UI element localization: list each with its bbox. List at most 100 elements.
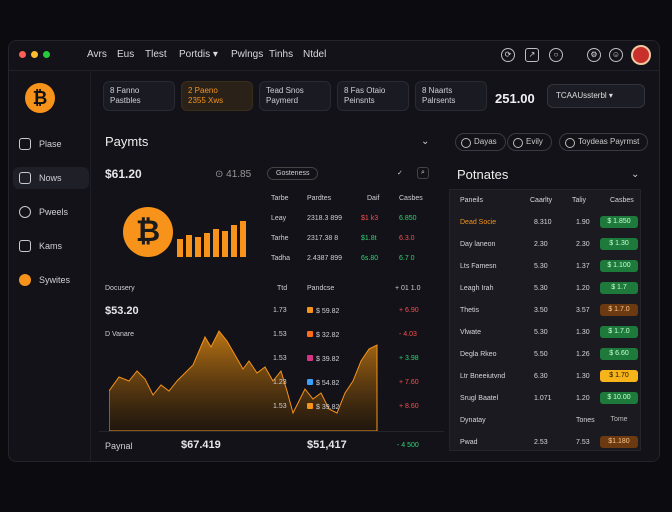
filter-pill[interactable]: Dayas xyxy=(455,133,506,151)
settings-icon[interactable]: ⚙ xyxy=(587,48,601,62)
refresh-icon[interactable]: ⟳ xyxy=(501,48,515,62)
filter-pill[interactable]: Evily xyxy=(507,133,552,151)
menu-item[interactable]: Tinhs xyxy=(269,49,293,60)
table-row[interactable]: Dead Socie 8.310 1.90 $ 1.850 xyxy=(450,212,640,234)
sidebar-item-sywites[interactable]: Sywites xyxy=(13,269,89,291)
sidebar-item-pweels[interactable]: Pweels xyxy=(13,201,89,223)
chart-label: Docusery xyxy=(105,285,135,292)
filter-pill[interactable]: Toydeas Payrmst xyxy=(559,133,649,151)
table-cell: Tadha xyxy=(271,255,291,262)
table-cell: 2.53 xyxy=(534,439,548,446)
chevron-down-icon[interactable]: ⌄ xyxy=(631,169,639,180)
sidebar-item-kams[interactable]: Kams xyxy=(13,235,89,257)
menu-item[interactable]: Eus xyxy=(117,49,134,60)
menu-item[interactable]: Portdis ▾ xyxy=(179,49,218,60)
potnates-table: Paneils Caarlty Taliy Casbes Dead Socie 8… xyxy=(449,189,641,451)
chart-label: + 01 1.0 xyxy=(395,285,421,292)
card-top: 8 Fas Otaio xyxy=(344,86,386,95)
legend-label: $ 54.82 xyxy=(316,380,340,387)
table-row[interactable]: Ltr Bneeiutvnd 6.30 1.30 $ 1.70 xyxy=(450,366,640,388)
footer-value: $67.419 xyxy=(181,439,221,451)
table-cell: 3.50 xyxy=(534,307,548,314)
table-row[interactable]: Leagh Irah 5.30 1.20 $ 1.7 xyxy=(450,278,640,300)
chart-label: Pandcse xyxy=(307,285,335,292)
card-top: 8 Naarts xyxy=(422,86,453,95)
footer-label: Paynal xyxy=(105,441,133,451)
divider xyxy=(99,431,444,432)
sidebar-item-label: Pweels xyxy=(39,207,69,217)
table-cell: $1.8t xyxy=(361,235,377,242)
table-cell: Degla Rkeo xyxy=(460,351,497,358)
chevron-down-icon[interactable]: ⌄ xyxy=(421,136,429,147)
table-cell: Dead Socie xyxy=(460,219,497,226)
maximize-dot[interactable] xyxy=(43,51,50,58)
menu-item[interactable]: Avrs xyxy=(87,49,107,60)
table-cell: Srugl Baatel xyxy=(460,395,499,402)
sidebar-item-label: Nows xyxy=(39,173,62,183)
menu-item[interactable]: Pwlngs xyxy=(231,49,263,60)
legend-label: $ 39.82 xyxy=(316,404,340,411)
account-dropdown[interactable]: TCAAUssterbl ▾ xyxy=(547,84,645,108)
summary-card[interactable]: 8 Fas Otaio Peinsnts xyxy=(337,81,409,111)
table-cell: Leagh Irah xyxy=(460,285,494,292)
avatar[interactable] xyxy=(631,45,651,65)
table-row[interactable]: Pwad 2.53 7.53 $1.180 xyxy=(450,432,640,454)
menu-item[interactable]: Tlest xyxy=(145,49,167,60)
summary-card[interactable]: 8 Naarts Palrsents xyxy=(415,81,487,111)
table-cell: Dynatay xyxy=(460,417,486,424)
secondary-amount: ⊙ 41.85 xyxy=(215,169,252,180)
sidebar-item-nows[interactable]: Nows xyxy=(13,167,89,189)
table-cell: Leay xyxy=(271,215,287,222)
table-cell: 7.53 xyxy=(576,439,590,446)
legend-value: 1.53 xyxy=(273,403,287,410)
table-row[interactable]: Thetis 3.50 3.57 $ 1.7.0 xyxy=(450,300,640,322)
card-bottom: 2355 Xws xyxy=(188,96,224,105)
home-icon xyxy=(19,138,31,150)
col-header: Caarlty xyxy=(530,197,553,204)
table-row[interactable]: Dynatay Tones Tome xyxy=(450,410,640,432)
minimize-dot[interactable] xyxy=(31,51,38,58)
table-cell: Thetis xyxy=(460,307,480,314)
panel-title: Paymts xyxy=(105,134,149,149)
table-cell: 5.30 xyxy=(534,263,548,270)
table-cell: 1.26 xyxy=(576,351,590,358)
legend-item: $ 32.82 xyxy=(307,331,339,339)
legend-value: 1.73 xyxy=(273,307,287,314)
table-cell: 6.7 0 xyxy=(399,255,415,262)
sidebar: ₿ Plase Nows Pweels Kams Sywites xyxy=(9,71,91,461)
share-icon[interactable]: ↗ xyxy=(525,48,539,62)
summary-card[interactable]: 8 Fanno Pastbles xyxy=(103,81,175,111)
table-cell: 6.30 xyxy=(534,373,548,380)
close-dot[interactable] xyxy=(19,51,26,58)
table-row[interactable]: Degla Rkeo 5.50 1.26 $ 6.60 xyxy=(450,344,640,366)
table-cell: 6.850 xyxy=(399,215,417,222)
search-icon[interactable]: ⌕ xyxy=(417,167,429,179)
change-value: + 3.98 xyxy=(399,355,419,362)
status-badge: $ 10.00 xyxy=(600,392,638,404)
summary-card[interactable]: 2 Paeno 2355 Xws xyxy=(181,81,253,111)
col-header: Pardtes xyxy=(307,195,332,202)
table-cell: 1.30 xyxy=(576,329,590,336)
wallet-icon xyxy=(19,172,31,184)
table-row[interactable]: Lts Famesn 5.30 1.37 $ 1.100 xyxy=(450,256,640,278)
status-badge: $ 1.100 xyxy=(600,260,638,272)
card-bottom: Peinsnts xyxy=(344,96,375,105)
user-icon[interactable]: ☺ xyxy=(609,48,623,62)
clock-icon[interactable]: ○ xyxy=(549,48,563,62)
table-cell: 5.50 xyxy=(534,351,548,358)
table-cell: $1 k3 xyxy=(361,215,379,222)
table-row[interactable]: Vlwate 5.30 1.30 $ 1.7.0 xyxy=(450,322,640,344)
summary-card[interactable]: Tead Snos Paymerd xyxy=(259,81,331,111)
tag[interactable]: Gosteness xyxy=(267,167,319,180)
legend-value: 1.53 xyxy=(273,355,287,362)
col-header: Casbes xyxy=(610,197,634,204)
table-row[interactable]: Day laneon 2.30 2.30 $ 1.30 xyxy=(450,234,640,256)
right-panel-title: Potnates xyxy=(457,167,509,182)
legend-item: $ 54.82 xyxy=(307,379,339,387)
check-icon[interactable]: ✓ xyxy=(397,169,403,177)
status-badge: $ 1.30 xyxy=(600,238,638,250)
table-row[interactable]: Srugl Baatel 1.071 1.20 $ 10.00 xyxy=(450,388,640,410)
card-top: 8 Fanno xyxy=(110,86,140,95)
sidebar-item-plase[interactable]: Plase xyxy=(13,133,89,155)
menu-item[interactable]: Ntdel xyxy=(303,49,326,60)
